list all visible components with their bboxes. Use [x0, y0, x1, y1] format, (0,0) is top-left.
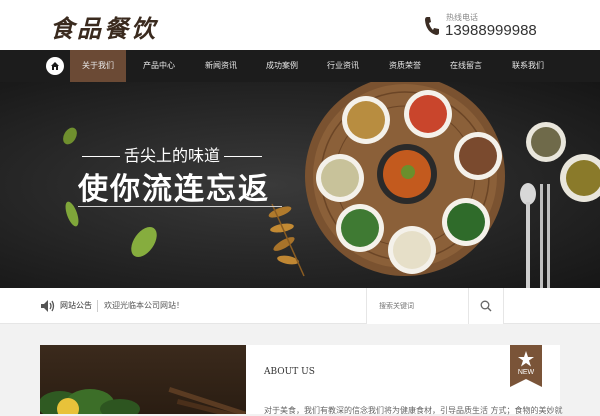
- about-title: ABOUT US: [264, 367, 315, 377]
- speaker-icon: [41, 300, 55, 312]
- food-basket-image: [305, 82, 505, 276]
- nav-item-cases[interactable]: 成功案例: [253, 50, 311, 82]
- star-ribbon-icon: [510, 345, 542, 387]
- banner-divider: [78, 206, 282, 207]
- main-nav: 关于我们 产品中心 新闻资讯 成功案例 行业资讯 资质荣誉 在线留言 联系我们: [0, 50, 600, 82]
- nav-item-message[interactable]: 在线留言: [437, 50, 495, 82]
- nav-item-contact[interactable]: 联系我们: [499, 50, 557, 82]
- search-icon: [480, 300, 492, 312]
- nav-item-about[interactable]: 关于我们: [70, 50, 126, 82]
- site-header: 食品餐饮 热线电话 13988999988: [0, 0, 600, 50]
- notice-divider: [97, 300, 98, 312]
- hotline-number: 13988999988: [445, 22, 537, 39]
- site-logo[interactable]: 食品餐饮: [50, 9, 158, 44]
- nav-item-industry[interactable]: 行业资讯: [314, 50, 372, 82]
- about-image[interactable]: [40, 345, 246, 414]
- home-icon: [46, 57, 64, 75]
- banner-subtitle: 舌尖上的味道: [78, 142, 266, 166]
- banner-title: 使你流连忘返: [78, 172, 270, 207]
- notice-label: 网站公告: [60, 301, 92, 310]
- search-input[interactable]: [366, 288, 468, 324]
- hero-banner[interactable]: 舌尖上的味道 使你流连忘返: [0, 82, 600, 288]
- phone-icon: [425, 17, 439, 35]
- about-text: 对于美食，我们有教深的信念我们将为健康食材，引导品质生活 方式；食物的美妙就: [264, 406, 563, 415]
- nav-home[interactable]: [40, 50, 70, 82]
- nav-item-news[interactable]: 新闻资讯: [192, 50, 250, 82]
- side-dish-image: [526, 122, 600, 202]
- new-label: NEW: [517, 369, 535, 376]
- about-card: ABOUT US 对于美食，我们有教深的信念我们将为健康食材，引导品质生活 方式…: [246, 345, 563, 415]
- nav-item-products[interactable]: 产品中心: [130, 50, 188, 82]
- notice-text: 欢迎光临本公司网站！: [104, 301, 184, 310]
- food-photo: [40, 387, 246, 414]
- nav-item-honors[interactable]: 资质荣誉: [376, 50, 434, 82]
- leaf-decoration: [131, 226, 157, 258]
- notice-bar: 网站公告 欢迎光临本公司网站！: [0, 288, 600, 324]
- new-badge: NEW: [510, 345, 542, 387]
- search-button[interactable]: [468, 288, 504, 324]
